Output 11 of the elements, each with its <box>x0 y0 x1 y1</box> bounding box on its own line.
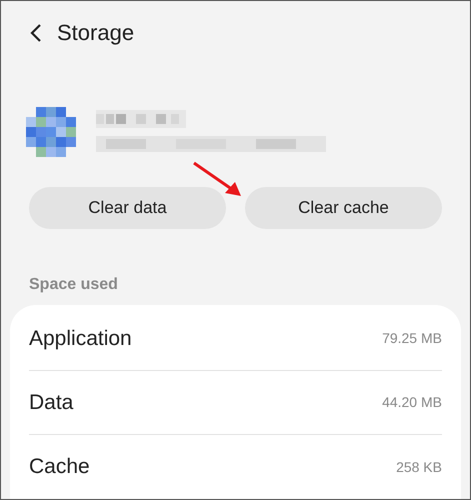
row-value: 79.25 MB <box>382 329 442 348</box>
section-title: Space used <box>29 276 118 293</box>
row-label: Application <box>29 326 132 352</box>
page-title: Storage <box>57 19 134 48</box>
action-button[interactable]: Clear cache <box>245 187 442 229</box>
row-label: Cache <box>29 454 90 480</box>
row-value: 258 KB <box>396 458 442 476</box>
back-icon[interactable] <box>29 22 43 43</box>
action-button[interactable]: Clear data <box>29 187 226 229</box>
row-label: Data <box>29 390 74 416</box>
row-value: 44.20 MB <box>382 393 442 412</box>
